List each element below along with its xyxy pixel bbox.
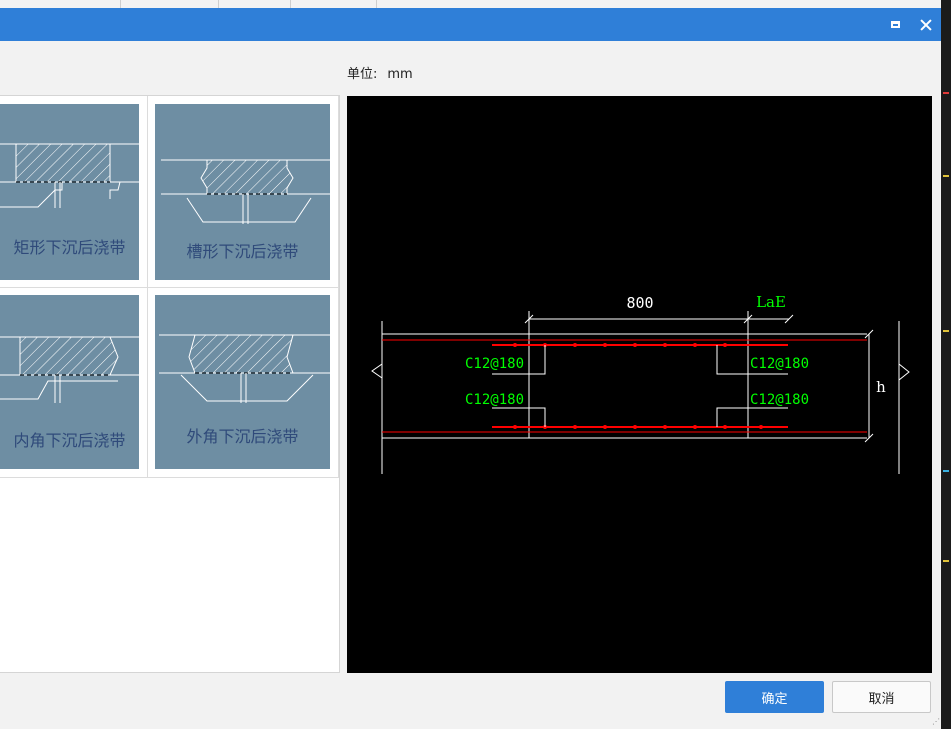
anchor-length-text: LaE bbox=[756, 293, 786, 311]
option-thumbnail: 矩形下沉后浇带 bbox=[0, 104, 139, 280]
width-dimension-text: 800 bbox=[626, 294, 653, 312]
maximize-icon bbox=[890, 21, 900, 28]
rebar-label: C12@180 bbox=[465, 392, 524, 408]
option-channel[interactable]: 槽形下沉后浇带 bbox=[148, 96, 339, 288]
option-inner-corner[interactable]: 内角下沉后浇带 bbox=[0, 288, 148, 478]
rebar-label: C12@180 bbox=[750, 356, 809, 372]
unit-value: mm bbox=[387, 67, 413, 82]
right-break-mark bbox=[898, 363, 910, 381]
height-dimension-text: h bbox=[876, 378, 886, 396]
option-label: 内角下沉后浇带 bbox=[13, 431, 126, 450]
option-outer-corner[interactable]: 外角下沉后浇带 bbox=[148, 288, 339, 478]
rebar-label: C12@180 bbox=[750, 392, 809, 408]
option-label: 槽形下沉后浇带 bbox=[186, 242, 299, 261]
option-label: 矩形下沉后浇带 bbox=[13, 238, 126, 257]
unit-indicator: 单位: mm bbox=[347, 63, 413, 82]
resize-grip-icon[interactable]: ⋰ bbox=[932, 717, 940, 726]
toolbar-separator bbox=[376, 0, 377, 8]
cancel-button[interactable]: 取消 bbox=[832, 681, 931, 713]
rebar-dots bbox=[513, 343, 763, 429]
option-thumbnail: 外角下沉后浇带 bbox=[155, 295, 330, 469]
option-thumbnail: 槽形下沉后浇带 bbox=[155, 104, 330, 280]
unit-label: 单位: bbox=[347, 67, 378, 82]
rebar-label: C12@180 bbox=[465, 356, 524, 372]
option-rectangular[interactable]: 矩形下沉后浇带 bbox=[0, 96, 148, 288]
maximize-button[interactable] bbox=[880, 8, 910, 41]
close-icon bbox=[920, 19, 932, 31]
toolbar-separator bbox=[218, 0, 219, 8]
ok-button[interactable]: 确定 bbox=[725, 681, 824, 713]
toolbar-separator bbox=[120, 0, 121, 8]
toolbar-separator bbox=[290, 0, 291, 8]
close-button[interactable] bbox=[911, 8, 941, 41]
background-app-edge bbox=[941, 0, 951, 729]
dialog-titlebar[interactable] bbox=[0, 8, 941, 41]
option-thumbnail: 内角下沉后浇带 bbox=[0, 295, 139, 469]
right-bottom-hook bbox=[716, 407, 788, 427]
left-break-mark bbox=[371, 363, 383, 379]
left-bottom-hook bbox=[492, 407, 546, 427]
dialog-body: 单位: mm 矩形下沉后浇带 槽形下沉后浇带 内角下沉后浇带 外角下沉后浇带 8… bbox=[0, 41, 941, 729]
post-pour-strip-detail-drawing: 800 LaE C12@180 C12@180 C12@180 C12@180 … bbox=[371, 293, 910, 474]
background-toolbar-strip bbox=[0, 0, 951, 8]
cad-preview-canvas: 800 LaE C12@180 C12@180 C12@180 C12@180 … bbox=[347, 96, 932, 673]
post-pour-strip-type-list: 矩形下沉后浇带 槽形下沉后浇带 内角下沉后浇带 外角下沉后浇带 bbox=[0, 95, 340, 673]
option-label: 外角下沉后浇带 bbox=[186, 427, 299, 446]
